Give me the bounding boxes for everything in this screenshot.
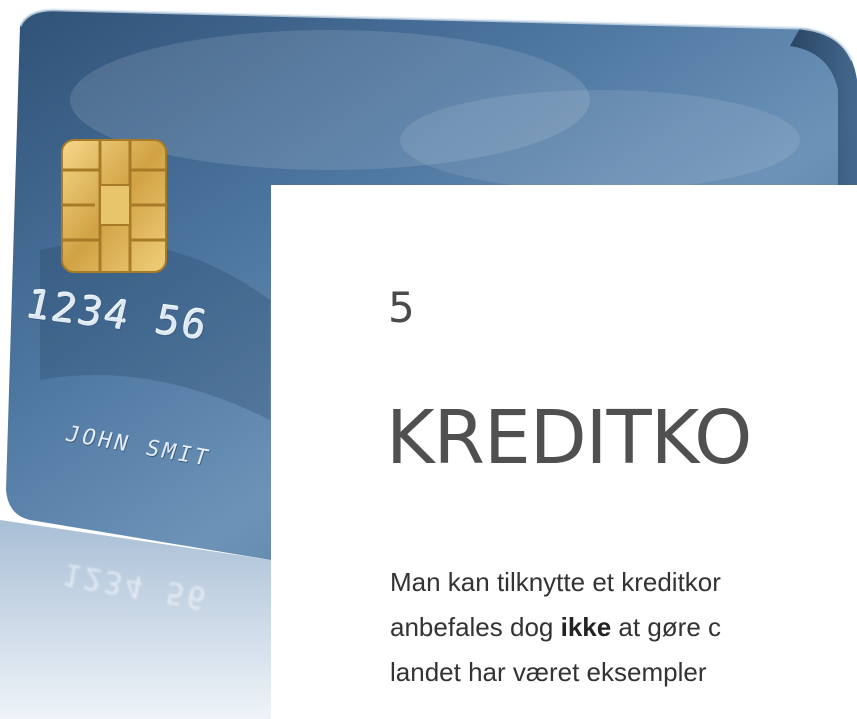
card-chip-icon: [61, 139, 167, 273]
paragraph-line-1: Man kan tilknytte et kreditkor: [390, 567, 721, 597]
paragraph-line-2-start: anbefales dog: [390, 612, 561, 642]
emphasis-ikke: ikke: [560, 612, 612, 642]
body-paragraph: Man kan tilknytte et kreditkor anbefales…: [390, 560, 857, 695]
chapter-title: KREDITKO: [386, 395, 752, 481]
chapter-number: 5: [388, 283, 415, 332]
paragraph-line-3: landet har været eksempler: [390, 657, 707, 687]
paragraph-line-2-end: at gøre c: [611, 612, 722, 642]
document-page: 1234 56 JOHN SMIT 1234 56 5 KREDITKO Man…: [0, 0, 857, 719]
content-panel: 5 KREDITKO Man kan tilknytte et kreditko…: [271, 185, 857, 719]
paragraph-line-2: anbefales dog ikke at gøre c: [390, 605, 857, 650]
